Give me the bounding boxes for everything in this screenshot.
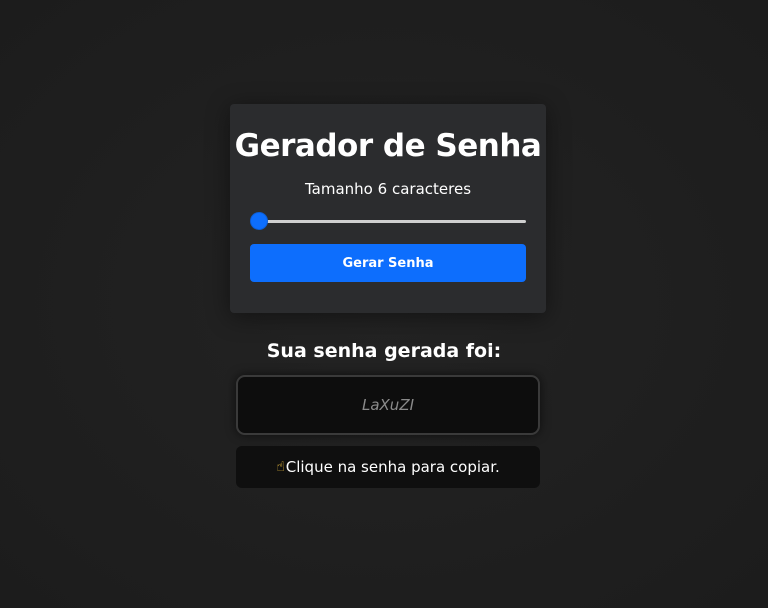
page-title: Gerador de Senha xyxy=(234,128,542,164)
generator-card: Gerador de Senha Tamanho 6 caracteres Ge… xyxy=(230,104,546,313)
generate-password-button[interactable]: Gerar Senha xyxy=(250,244,526,282)
length-slider-track[interactable] xyxy=(258,220,526,223)
length-slider-thumb[interactable] xyxy=(250,212,268,230)
result-title: Sua senha gerada foi: xyxy=(266,340,502,362)
page: Gerador de Senha Tamanho 6 caracteres Ge… xyxy=(0,0,768,608)
password-text[interactable]: LaXuZI xyxy=(362,396,414,414)
copy-tooltip-text: Clique na senha para copiar. xyxy=(285,458,500,476)
size-label-suffix: caracteres xyxy=(391,180,472,198)
size-label: Tamanho 6 caracteres xyxy=(230,180,546,198)
password-output[interactable]: LaXuZI xyxy=(236,375,540,435)
copy-tooltip: ☝ Clique na senha para copiar. xyxy=(236,446,540,488)
size-value: 6 xyxy=(377,180,388,198)
size-label-prefix: Tamanho xyxy=(304,180,373,198)
pointing-hand-icon: ☝ xyxy=(276,459,285,475)
